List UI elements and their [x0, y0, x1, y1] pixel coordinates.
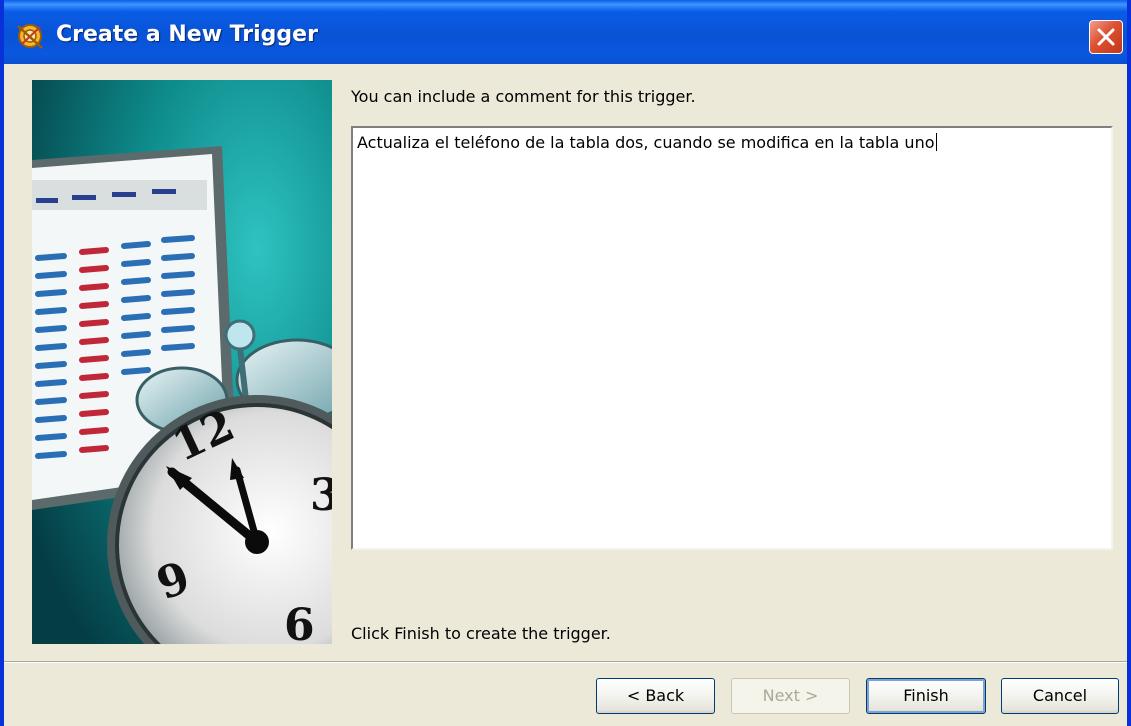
comment-text-content: Actualiza el teléfono de la tabla dos, c… — [357, 133, 935, 152]
finish-hint-label: Click Finish to create the trigger. — [351, 624, 611, 643]
finish-button[interactable]: Finish — [866, 678, 986, 714]
window-title: Create a New Trigger — [56, 22, 318, 47]
close-icon — [1097, 28, 1115, 46]
footer-divider-highlight — [4, 662, 1127, 663]
comment-textarea[interactable]: Actualiza el teléfono de la tabla dos, c… — [351, 126, 1113, 550]
text-caret — [935, 133, 937, 151]
clock-numeral-6: 6 — [284, 600, 315, 644]
window-border-right — [1127, 0, 1131, 726]
wizard-dialog: Create a New Trigger 12 3 9 6 You can in… — [0, 0, 1131, 726]
next-button[interactable]: Next > — [731, 678, 850, 714]
alarm-clock-calendar-illustration: 12 3 9 6 — [32, 80, 332, 644]
comment-prompt-label: You can include a comment for this trigg… — [351, 87, 696, 106]
window-border-left — [0, 0, 4, 726]
close-button[interactable] — [1089, 20, 1123, 54]
title-bar[interactable]: Create a New Trigger — [0, 0, 1131, 64]
comment-text-value[interactable]: Actualiza el teléfono de la tabla dos, c… — [357, 133, 937, 152]
clock-numeral-3: 3 — [310, 470, 332, 521]
back-button[interactable]: < Back — [596, 678, 715, 714]
cancel-button[interactable]: Cancel — [1001, 678, 1119, 714]
trigger-wizard-icon — [17, 24, 43, 49]
